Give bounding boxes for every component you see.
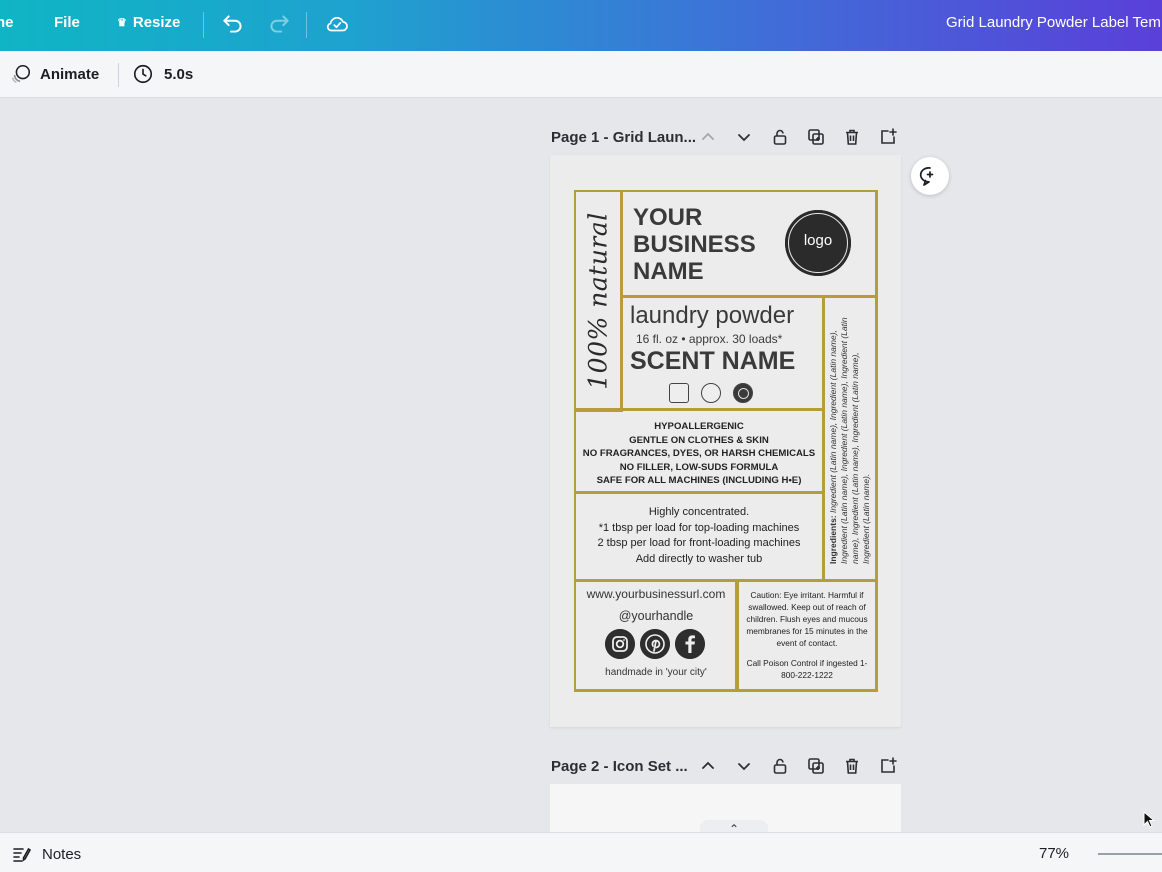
lock-icon[interactable] (770, 756, 790, 776)
trash-icon[interactable] (842, 127, 862, 147)
crown-icon: ♛ (117, 17, 127, 29)
editor-footer: Notes 77% (0, 832, 1162, 872)
notes-icon (13, 847, 32, 862)
animate-icon (11, 64, 31, 83)
usage-line: 2 tbsp per load for front-loading machin… (597, 537, 801, 550)
claim-line: GENTLE ON CLOTHES & SKIN (629, 434, 769, 446)
claims-panel[interactable]: HYPOALLERGENIC GENTLE ON CLOTHES & SKIN … (573, 408, 825, 494)
washing-machine-icon[interactable] (669, 383, 689, 403)
page-2-header: Page 2 - Icon Set ... (551, 754, 901, 778)
editor-topbar: ne File ♛ Resize Grid Laundry Powder Lab… (0, 0, 1162, 51)
facebook-icon[interactable] (674, 629, 705, 659)
poison-control-text[interactable]: Call Poison Control if ingested 1-800-22… (741, 657, 873, 681)
ingredients-panel[interactable]: Ingredients: Ingredient (Latin name), In… (822, 295, 877, 582)
page-1-title[interactable]: Page 1 - Grid Laun... (551, 129, 696, 146)
resize-label: Resize (132, 14, 181, 31)
logo-placeholder[interactable]: logo (785, 209, 851, 276)
lock-icon[interactable] (770, 127, 790, 147)
chevron-down-icon[interactable] (734, 756, 754, 776)
file-menu[interactable]: File (54, 14, 80, 31)
notes-label: Notes (42, 845, 82, 863)
cloud-sync-icon[interactable] (324, 11, 350, 37)
page-2-title[interactable]: Page 2 - Icon Set ... (551, 758, 688, 775)
instagram-icon[interactable] (604, 629, 635, 659)
duration-button[interactable]: 5.0s (132, 63, 193, 85)
add-comment-icon (919, 167, 934, 186)
chevron-up-icon[interactable] (698, 127, 718, 147)
social-handle[interactable]: @yourhandle (576, 609, 737, 623)
product-name[interactable]: laundry powder (630, 302, 794, 330)
notes-button[interactable]: Notes (12, 844, 81, 864)
usage-panel[interactable]: Highly concentrated. *1 tbsp per load fo… (573, 491, 825, 582)
claim-line: HYPOALLERGENIC (654, 421, 744, 432)
animate-button[interactable]: Animate (10, 63, 99, 85)
undo-icon[interactable] (220, 11, 246, 37)
context-toolbar: Animate 5.0s (0, 51, 1162, 98)
laundry-label-design[interactable]: 100% natural YOUR BUSINESS NAME logo lau… (573, 189, 878, 692)
social-icons (604, 629, 705, 659)
chevron-down-icon[interactable] (734, 127, 754, 147)
natural-text[interactable]: 100% natural (584, 212, 613, 389)
natural-panel[interactable]: 100% natural (573, 189, 623, 412)
add-page-icon[interactable] (878, 756, 898, 776)
business-panel[interactable]: YOUR BUSINESS NAME logo (620, 189, 877, 298)
trash-icon[interactable] (842, 756, 862, 776)
cruelty-free-icon[interactable] (701, 383, 721, 403)
caution-panel[interactable]: Caution: Eye irritant. Harmful if swallo… (735, 579, 877, 691)
usage-line: *1 tbsp per load for top-loading machine… (598, 521, 800, 534)
business-url[interactable]: www.yourbusinessurl.com (576, 587, 737, 601)
logo-text: logo (803, 231, 833, 249)
usage-instructions[interactable]: Highly concentrated. *1 tbsp per load fo… (576, 505, 823, 567)
ingredients-text[interactable]: Ingredients: Ingredient (Latin name), In… (828, 314, 872, 564)
eco-badge-icon[interactable] (733, 383, 753, 403)
claim-line: NO FRAGRANCES, DYES, OR HARSH CHEMICALS (582, 448, 816, 460)
design-title[interactable]: Grid Laundry Powder Label Tem (946, 14, 1161, 31)
page-1-header: Page 1 - Grid Laun... (551, 125, 901, 149)
business-name[interactable]: YOUR BUSINESS NAME (633, 204, 783, 285)
page-1-canvas[interactable]: 100% natural YOUR BUSINESS NAME logo lau… (550, 155, 901, 727)
handmade-text[interactable]: handmade in 'your city' (576, 667, 737, 678)
toolbar-divider (203, 12, 204, 38)
contact-panel[interactable]: www.yourbusinessurl.com @yourhandle hand… (573, 579, 739, 691)
caution-text[interactable]: Caution: Eye irritant. Harmful if swallo… (741, 589, 873, 649)
clock-icon (133, 64, 153, 84)
duration-label: 5.0s (164, 65, 194, 83)
claim-line: SAFE FOR ALL MACHINES (INCLUDING H•E) (596, 475, 802, 487)
product-panel[interactable]: laundry powder 16 fl. oz • approx. 30 lo… (620, 295, 825, 411)
pinterest-icon[interactable] (639, 629, 670, 659)
chevron-up-icon[interactable] (698, 756, 718, 776)
toolbar-divider (118, 63, 119, 87)
toolbar-divider (306, 12, 307, 38)
animate-label: Animate (40, 65, 100, 83)
product-badges (669, 383, 753, 403)
redo-icon[interactable] (266, 11, 292, 37)
duplicate-icon[interactable] (806, 756, 826, 776)
add-page-icon[interactable] (878, 127, 898, 147)
claims-list[interactable]: HYPOALLERGENIC GENTLE ON CLOTHES & SKIN … (576, 420, 823, 488)
zoom-slider[interactable] (1098, 853, 1162, 855)
scent-name[interactable]: SCENT NAME (630, 347, 795, 376)
zoom-level[interactable]: 77% (1039, 845, 1069, 862)
usage-line: Highly concentrated. (648, 506, 750, 518)
usage-line: Add directly to washer tub (635, 552, 763, 565)
product-size[interactable]: 16 fl. oz • approx. 30 loads* (636, 332, 782, 346)
mouse-cursor-icon (1143, 811, 1155, 828)
claim-line: NO FILLER, LOW-SUDS FORMULA (619, 461, 779, 473)
add-comment-button[interactable] (911, 157, 949, 195)
resize-button[interactable]: ♛ Resize (117, 14, 180, 31)
duplicate-icon[interactable] (806, 127, 826, 147)
home-menu[interactable]: ne (0, 14, 14, 31)
ingredients-heading: Ingredients: (827, 514, 838, 564)
